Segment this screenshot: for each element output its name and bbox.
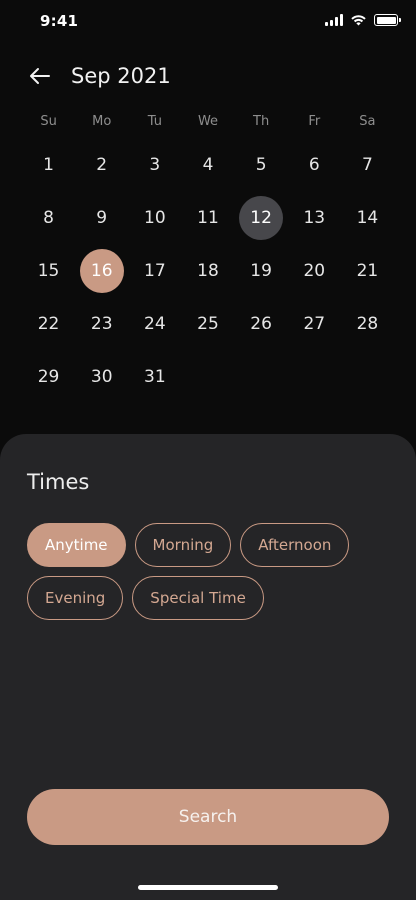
day-number: 15 (37, 260, 60, 281)
status-time: 9:41 (40, 12, 79, 30)
day-number: 28 (356, 314, 379, 335)
day-number: 9 (96, 207, 108, 228)
times-sheet: Times Anytime Morning Afternoon Evening … (0, 434, 416, 900)
calendar-day[interactable]: 23 (75, 298, 128, 351)
day-number: 16 (79, 248, 124, 293)
calendar-day[interactable]: 15 (22, 244, 75, 297)
day-number: 27 (303, 314, 326, 335)
calendar-day[interactable]: 27 (288, 298, 341, 351)
calendar-day[interactable]: 13 (288, 191, 341, 244)
wifi-icon (351, 15, 366, 26)
calendar-day[interactable]: 1 (22, 138, 75, 191)
home-indicator (138, 885, 278, 890)
calendar-day[interactable]: 28 (341, 298, 394, 351)
day-number: 5 (255, 154, 267, 175)
time-chip-group: Anytime Morning Afternoon Evening Specia… (27, 523, 397, 620)
weekday-header: Su Mo Tu We Th Fr Sa (22, 114, 394, 129)
weekday-label: Mo (92, 114, 112, 129)
calendar-day[interactable]: 8 (22, 191, 75, 244)
search-button[interactable]: Search (27, 789, 389, 845)
day-number: 10 (144, 207, 166, 228)
time-chip-evening[interactable]: Evening (27, 576, 124, 620)
calendar-day[interactable]: 20 (288, 244, 341, 297)
day-number: 7 (361, 154, 373, 175)
calendar-day[interactable]: 18 (181, 244, 234, 297)
calendar-day[interactable]: 21 (341, 244, 394, 297)
day-number: 24 (144, 314, 166, 335)
calendar-day[interactable]: 17 (128, 244, 181, 297)
day-number: 26 (250, 314, 272, 335)
day-number: 12 (239, 195, 284, 240)
day-number: 19 (250, 260, 272, 281)
back-button[interactable] (28, 64, 52, 88)
calendar-header: Sep 2021 (28, 60, 171, 92)
day-number: 2 (96, 154, 108, 175)
day-number: 1 (43, 154, 54, 175)
day-number: 18 (197, 260, 219, 281)
time-chip-anytime[interactable]: Anytime (27, 523, 126, 567)
day-number: 20 (303, 260, 326, 281)
calendar-day[interactable]: 22 (22, 298, 75, 351)
day-number: 13 (303, 207, 326, 228)
day-number: 8 (43, 207, 54, 228)
calendar-day[interactable]: 5 (235, 138, 288, 191)
calendar-day[interactable]: 4 (181, 138, 234, 191)
weekday-label: Su (40, 114, 57, 129)
weekday-label: Fr (308, 114, 321, 129)
calendar-day[interactable]: 7 (341, 138, 394, 191)
calendar-day[interactable]: 6 (288, 138, 341, 191)
status-bar: 9:41 (0, 0, 416, 44)
calendar-day[interactable]: 30 (75, 351, 128, 404)
calendar-day[interactable]: 25 (181, 298, 234, 351)
calendar-day[interactable]: 29 (22, 351, 75, 404)
calendar-day[interactable]: 16 (75, 244, 128, 297)
calendar-day[interactable]: 9 (75, 191, 128, 244)
day-number: 22 (37, 314, 60, 335)
day-number: 31 (144, 367, 166, 388)
month-title: Sep 2021 (71, 64, 171, 88)
day-number: 30 (90, 367, 113, 388)
calendar-day[interactable]: 3 (128, 138, 181, 191)
times-title: Times (27, 470, 90, 494)
day-number: 21 (356, 260, 379, 281)
day-number: 17 (144, 260, 166, 281)
weekday-label: Tu (147, 114, 162, 129)
battery-icon (374, 14, 401, 26)
day-number: 25 (197, 314, 219, 335)
weekday-label: Sa (359, 114, 376, 129)
calendar-day[interactable]: 26 (235, 298, 288, 351)
day-number: 14 (356, 207, 379, 228)
time-chip-morning[interactable]: Morning (134, 523, 232, 567)
arrow-left-icon (30, 68, 50, 84)
day-number: 6 (308, 154, 320, 175)
calendar-day[interactable]: 19 (235, 244, 288, 297)
calendar-day[interactable]: 2 (75, 138, 128, 191)
calendar-day[interactable]: 12 (235, 191, 288, 244)
weekday-label: We (197, 114, 219, 129)
time-chip-afternoon[interactable]: Afternoon (240, 523, 350, 567)
status-icons (325, 14, 401, 26)
calendar-day[interactable]: 11 (181, 191, 234, 244)
calendar-day[interactable]: 24 (128, 298, 181, 351)
weekday-label: Th (253, 114, 270, 129)
calendar-day[interactable]: 10 (128, 191, 181, 244)
calendar-days-grid: 1 2 3 4 5 6 7 8 9 10 11 12 13 14 15 16 1… (22, 138, 394, 404)
day-number: 23 (90, 314, 113, 335)
day-number: 29 (37, 367, 60, 388)
time-chip-special-time[interactable]: Special Time (132, 576, 264, 620)
day-number: 4 (202, 154, 214, 175)
calendar-day[interactable]: 31 (128, 351, 181, 404)
day-number: 3 (149, 154, 161, 175)
day-number: 11 (197, 207, 219, 228)
calendar-day[interactable]: 14 (341, 191, 394, 244)
cellular-signal-icon (325, 14, 343, 26)
